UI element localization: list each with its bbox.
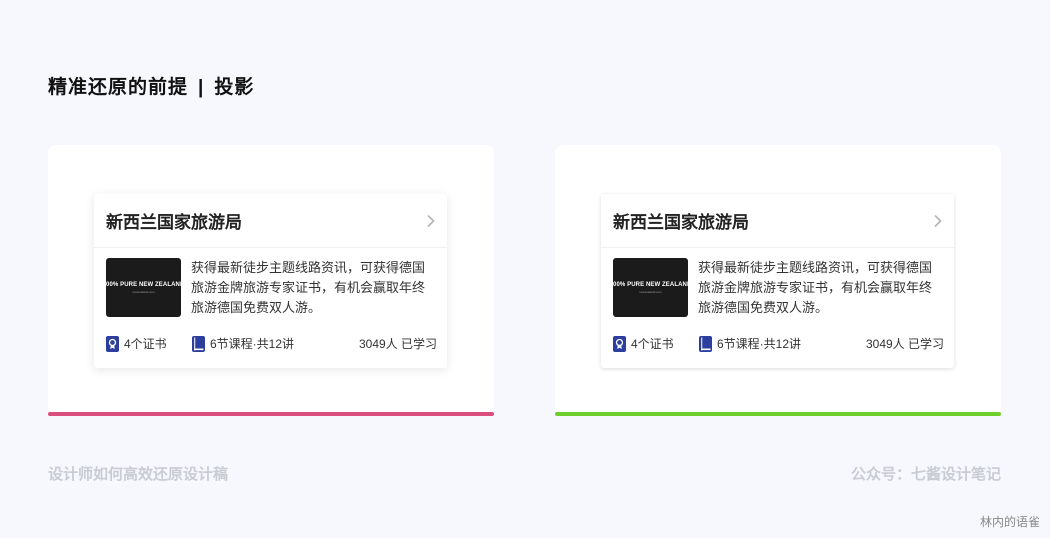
thumbnail-logo-subtext: newzealand.com: [132, 289, 155, 294]
book-icon: [192, 335, 205, 352]
heading-separator: |: [198, 77, 205, 98]
certificates-count: 4个证书: [631, 337, 674, 351]
heading-title: 精准还原的前提: [48, 77, 189, 98]
certificate-icon: [613, 335, 626, 352]
card-body: 100% PURE NEW ZEALAND newzealand.com 获得最…: [601, 248, 954, 318]
certificates-count: 4个证书: [124, 337, 167, 351]
courses-count: 6节课程·共12讲: [210, 337, 295, 351]
certificates-meta: 4个证书: [613, 335, 699, 352]
card-description: 获得最新徒步主题线路资讯，可获得德国旅游金牌旅游专家证书，有机会赢取年终旅游德国…: [698, 260, 933, 315]
thumbnail-logo-subtext: newzealand.com: [639, 289, 662, 294]
learners-count: 3049人 已学习: [358, 337, 437, 351]
left-accent-bar: [48, 412, 494, 416]
right-accent-bar: [555, 412, 1001, 416]
card-header[interactable]: 新西兰国家旅游局: [601, 194, 954, 248]
course-card[interactable]: 新西兰国家旅游局 100% PURE NEW ZEALAND newzealan…: [601, 194, 954, 368]
thumbnail-logo-text: 100% PURE NEW ZEALAND: [102, 281, 185, 288]
chevron-right-icon[interactable]: [931, 214, 945, 228]
card-footer: 4个证书 6节课程·共12讲 3049人 已学习: [94, 335, 447, 352]
card-body: 100% PURE NEW ZEALAND newzealand.com 获得最…: [94, 248, 447, 318]
card-title: 新西兰国家旅游局: [613, 213, 749, 232]
courses-meta: 6节课程·共12讲: [699, 335, 801, 352]
page-heading: 精准还原的前提 | 投影: [48, 72, 254, 99]
left-example-panel: 新西兰国家旅游局 100% PURE NEW ZEALAND newzealan…: [48, 145, 494, 416]
thumbnail-image: 100% PURE NEW ZEALAND newzealand.com: [610, 258, 691, 317]
card-description: 获得最新徒步主题线路资讯，可获得德国旅游金牌旅游专家证书，有机会赢取年终旅游德国…: [191, 260, 426, 315]
thumbnail-image: 100% PURE NEW ZEALAND newzealand.com: [103, 258, 184, 317]
card-footer: 4个证书 6节课程·共12讲 3049人 已学习: [601, 335, 954, 352]
caption-left: 设计师如何高效还原设计稿: [48, 466, 229, 483]
right-example-panel: 新西兰国家旅游局 100% PURE NEW ZEALAND newzealan…: [555, 145, 1001, 416]
page: 精准还原的前提 | 投影 新西兰国家旅游局 100% PURE NEW ZEALAN…: [0, 0, 1050, 538]
courses-count: 6节课程·共12讲: [717, 337, 802, 351]
course-card[interactable]: 新西兰国家旅游局 100% PURE NEW ZEALAND newzealan…: [94, 194, 447, 368]
learners-count: 3049人 已学习: [865, 337, 944, 351]
card-title: 新西兰国家旅游局: [106, 213, 242, 232]
certificates-meta: 4个证书: [106, 335, 192, 352]
chevron-right-icon[interactable]: [424, 214, 438, 228]
book-icon: [699, 335, 712, 352]
certificate-icon: [106, 335, 119, 352]
courses-meta: 6节课程·共12讲: [192, 335, 294, 352]
caption-right: 公众号：七酱设计笔记: [850, 466, 1001, 483]
heading-subtitle: 投影: [214, 77, 255, 98]
watermark: 林内的语雀: [979, 515, 1040, 529]
card-header[interactable]: 新西兰国家旅游局: [94, 194, 447, 248]
thumbnail-logo-text: 100% PURE NEW ZEALAND: [609, 281, 692, 288]
